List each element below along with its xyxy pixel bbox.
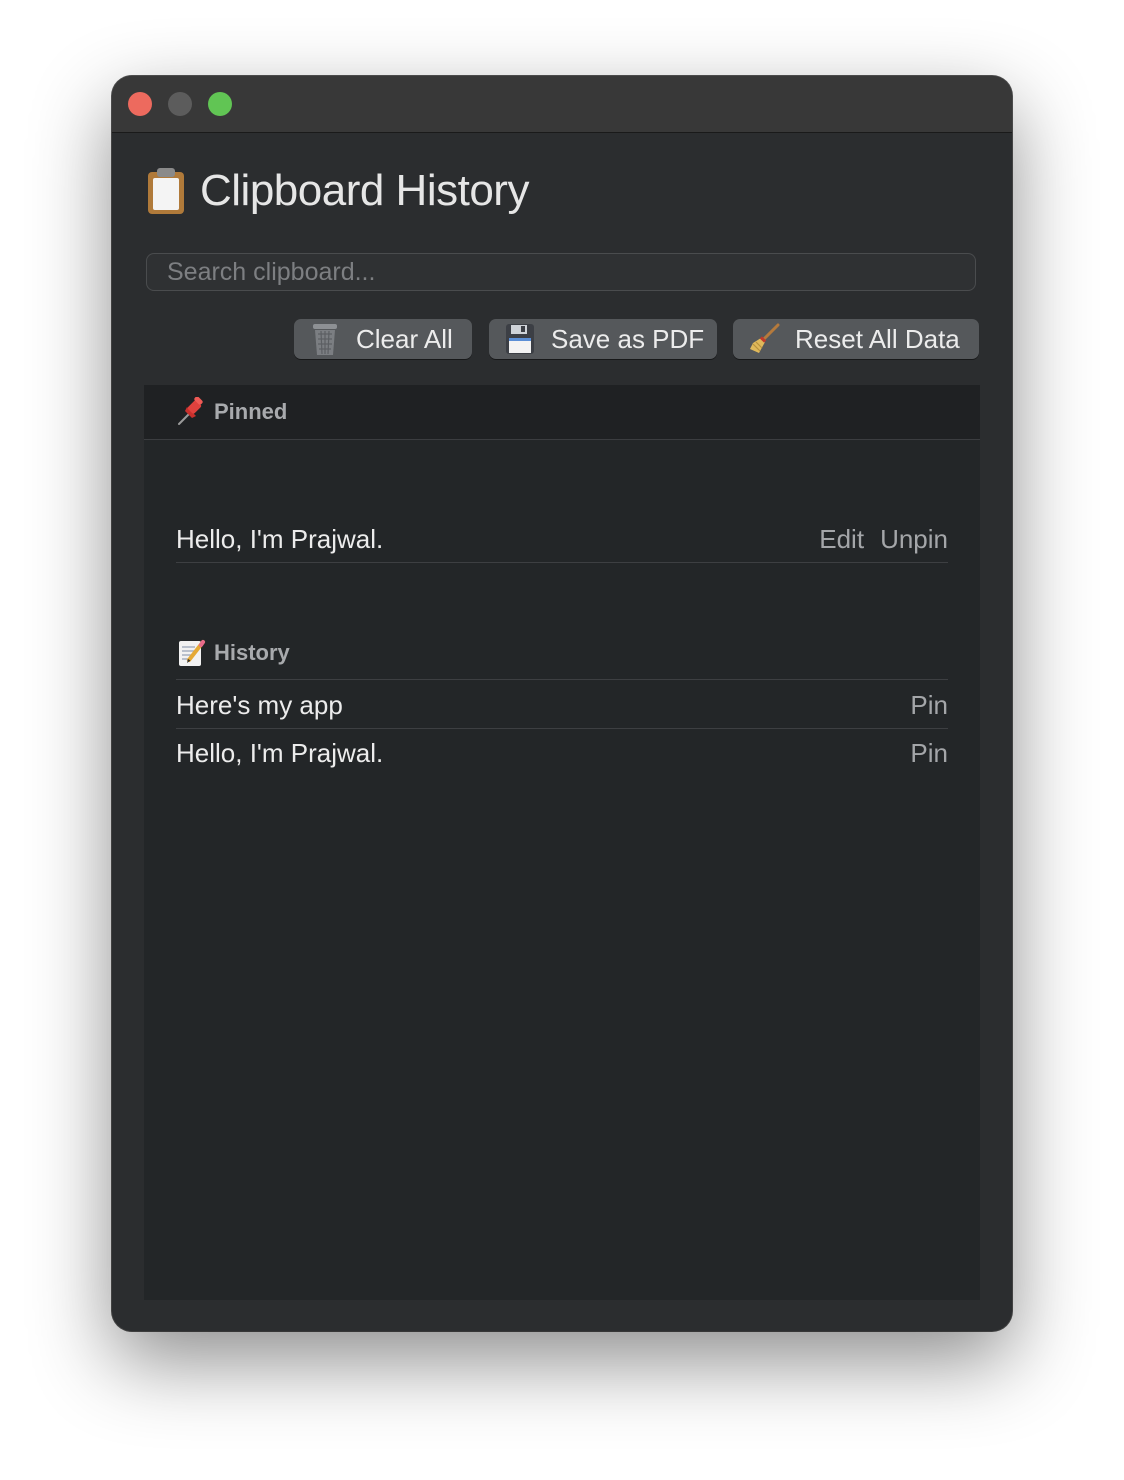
history-section-label: History	[176, 638, 290, 668]
history-item-actions: Pin	[910, 738, 948, 769]
pinned-label-text: Pinned	[214, 399, 288, 424]
history-item[interactable]: Hello, I'm Prajwal. Pin	[176, 729, 948, 776]
close-window-button[interactable]	[128, 92, 152, 116]
reset-all-data-button[interactable]: Reset All Data	[733, 319, 979, 359]
history-label-text: History	[214, 640, 290, 665]
floppy-disk-icon	[503, 322, 537, 356]
history-divider	[176, 679, 948, 680]
trash-icon	[308, 322, 342, 356]
maximize-window-button[interactable]	[208, 92, 232, 116]
clear-all-button[interactable]: Clear All	[294, 319, 472, 359]
search-input[interactable]	[146, 253, 976, 291]
app-title-text: Clipboard History	[200, 166, 529, 215]
pinned-section-header: Pinned	[144, 385, 980, 440]
history-item-text: Hello, I'm Prajwal.	[176, 738, 384, 768]
pinned-item[interactable]: Hello, I'm Prajwal. Edit Unpin	[176, 515, 948, 563]
app-window: Clipboard History Clear All	[112, 76, 1012, 1331]
pinned-item-actions: Edit Unpin	[819, 524, 948, 555]
save-as-pdf-button[interactable]: Save as PDF	[489, 319, 717, 359]
edit-button[interactable]: Edit	[819, 524, 864, 555]
memo-icon	[176, 638, 206, 668]
pinned-section-label: Pinned	[176, 397, 287, 427]
pin-button[interactable]: Pin	[910, 738, 948, 769]
page-title: Clipboard History	[146, 164, 529, 218]
clear-all-label: Clear All	[356, 323, 453, 354]
unpin-button[interactable]: Unpin	[880, 524, 948, 555]
pinned-item-text: Hello, I'm Prajwal.	[176, 524, 384, 554]
pushpin-icon	[176, 397, 206, 427]
history-item[interactable]: Here's my app Pin	[176, 681, 948, 729]
pin-button[interactable]: Pin	[910, 690, 948, 721]
history-item-text: Here's my app	[176, 690, 343, 720]
minimize-window-button[interactable]	[168, 92, 192, 116]
broom-icon	[747, 322, 781, 356]
clipboard-icon	[146, 168, 186, 214]
title-bar	[112, 76, 1012, 133]
save-as-pdf-label: Save as PDF	[551, 323, 705, 354]
reset-all-data-label: Reset All Data	[795, 323, 960, 354]
clipboard-list: Pinned Hello, I'm Prajwal. Edit Unpin Hi…	[144, 385, 980, 1300]
history-item-actions: Pin	[910, 690, 948, 721]
